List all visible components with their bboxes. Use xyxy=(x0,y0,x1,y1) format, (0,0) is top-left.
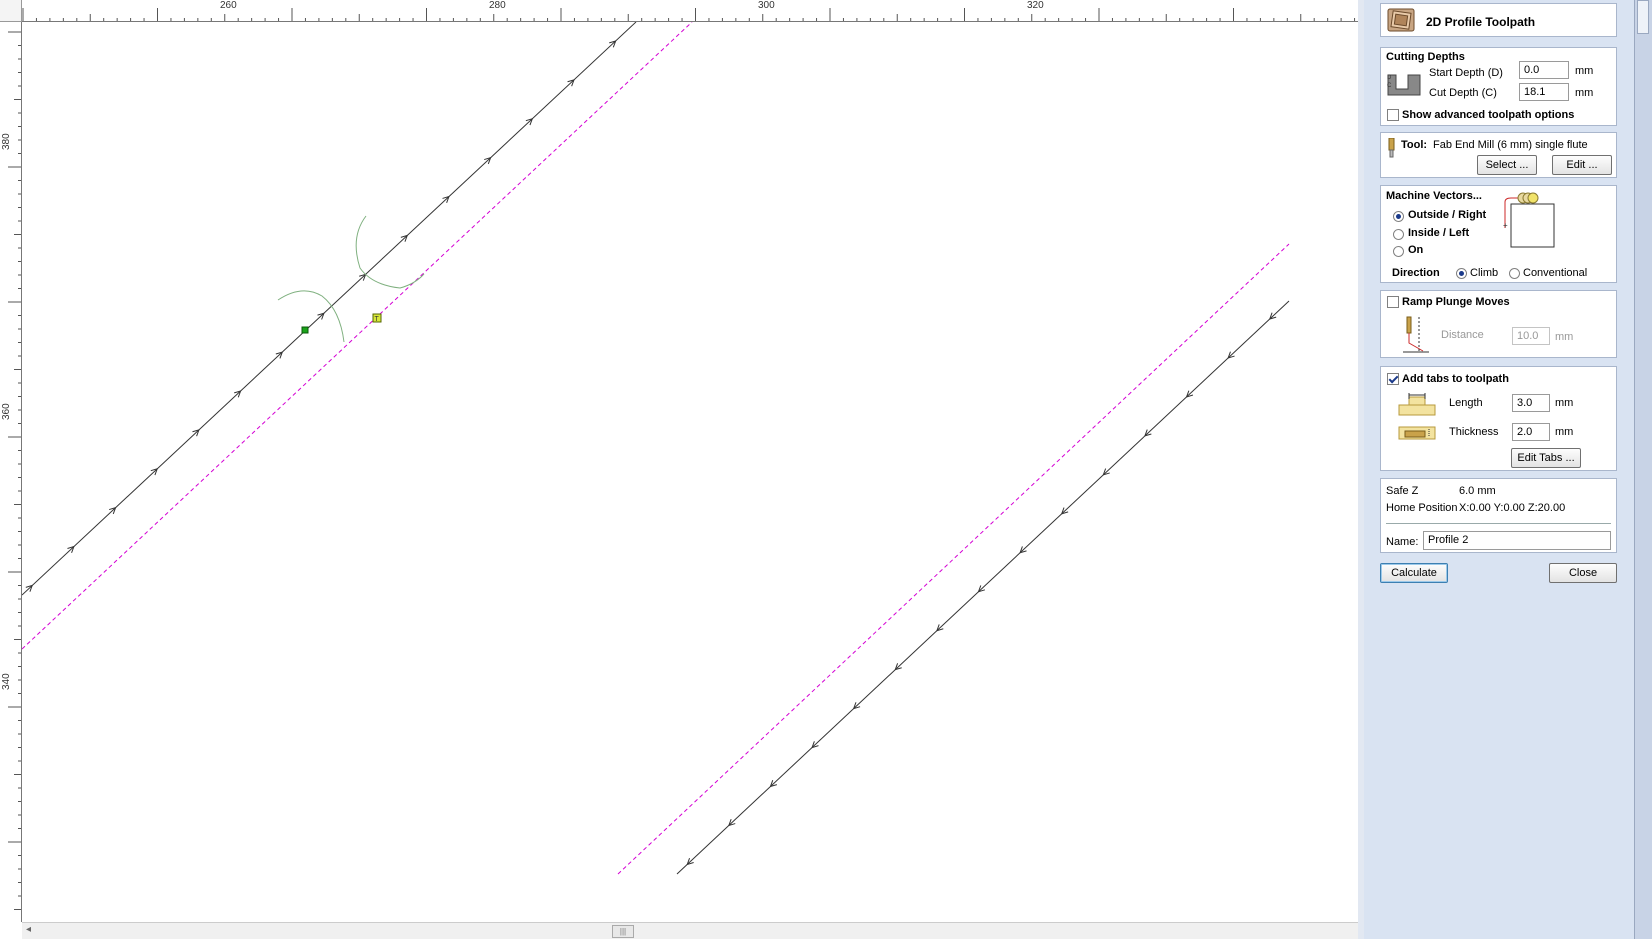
cut-depth-icon: D C xyxy=(1387,74,1421,96)
ramp-distance-unit: mm xyxy=(1555,331,1574,343)
inside-left-label[interactable]: Inside / Left xyxy=(1408,227,1469,239)
cutting-depths-heading: Cutting Depths xyxy=(1386,51,1465,63)
tool-name: Fab End Mill (6 mm) single flute xyxy=(1433,139,1588,151)
machine-vectors-heading: Machine Vectors... xyxy=(1386,190,1482,202)
close-button[interactable]: Close xyxy=(1549,563,1617,583)
edit-tool-button[interactable]: Edit ... xyxy=(1552,155,1612,175)
toolpath-offset-upper xyxy=(22,22,693,650)
top-ruler: 260 280 300 320 xyxy=(22,0,1358,22)
svg-text:D: D xyxy=(1387,75,1392,81)
add-tabs-checkbox[interactable] xyxy=(1387,373,1399,385)
svg-text:+: + xyxy=(1503,221,1508,230)
node-marker[interactable] xyxy=(301,326,309,334)
cut-depth-label: Cut Depth (C) xyxy=(1429,87,1497,99)
toolpath-name-input[interactable]: Profile 2 xyxy=(1423,531,1611,550)
edit-tabs-button[interactable]: Edit Tabs ... xyxy=(1511,448,1581,468)
tool-label: Tool: xyxy=(1401,139,1428,151)
profile-toolpath-icon xyxy=(1387,8,1415,32)
machine-vectors-section: Machine Vectors... Outside / Right Insid… xyxy=(1380,185,1617,283)
toolpath-offset-lower xyxy=(617,243,1290,875)
tab-thickness-label: Thickness xyxy=(1449,426,1499,438)
inside-left-radio[interactable] xyxy=(1393,229,1404,240)
tab-length-icon xyxy=(1398,393,1436,416)
pin-tab[interactable] xyxy=(1637,0,1649,34)
top-ruler-label: 260 xyxy=(220,0,237,11)
outside-right-label[interactable]: Outside / Right xyxy=(1408,209,1486,221)
vector-line-lower[interactable] xyxy=(676,300,1290,875)
canvas-svg[interactable]: T xyxy=(22,22,1358,922)
left-ruler-label: 340 xyxy=(1,673,12,690)
climb-radio[interactable] xyxy=(1456,268,1467,279)
ramp-section: Ramp Plunge Moves Distance 10.0 mm xyxy=(1380,290,1617,358)
ramp-plunge-label[interactable]: Ramp Plunge Moves xyxy=(1402,296,1510,308)
calculate-button[interactable]: Calculate xyxy=(1380,563,1448,583)
start-depth-unit: mm xyxy=(1575,65,1594,77)
left-ruler-ticks xyxy=(8,31,21,910)
home-position-value: X:0.00 Y:0.00 Z:20.00 xyxy=(1459,502,1566,514)
tool-section: Tool: Fab End Mill (6 mm) single flute S… xyxy=(1380,132,1617,178)
info-divider xyxy=(1386,523,1611,524)
scroll-left-icon[interactable]: ◂ xyxy=(26,924,31,935)
on-radio[interactable] xyxy=(1393,246,1404,257)
left-ruler: 380 360 340 xyxy=(0,22,22,922)
cutting-depths-section: Cutting Depths D C Start Depth (D) 0.0 m… xyxy=(1380,47,1617,126)
toolpath-panel: 2D Profile Toolpath Cutting Depths D C S… xyxy=(1364,0,1634,939)
curve-segment xyxy=(277,290,345,343)
outside-profile-diagram-icon: + xyxy=(1503,192,1555,248)
horizontal-scrollbar[interactable]: ◂ ||| xyxy=(22,922,1358,939)
panel-edge-strip xyxy=(1634,0,1652,939)
advanced-options-label[interactable]: Show advanced toolpath options xyxy=(1402,109,1574,121)
cut-depth-unit: mm xyxy=(1575,87,1594,99)
vector-line-upper[interactable] xyxy=(22,22,637,596)
tab-length-input[interactable]: 3.0 xyxy=(1512,394,1550,412)
top-ruler-label: 320 xyxy=(1027,0,1044,11)
outside-right-radio[interactable] xyxy=(1393,211,1404,222)
svg-text:C: C xyxy=(1387,83,1392,89)
cut-depth-input[interactable]: 18.1 xyxy=(1519,83,1569,101)
top-ruler-label: 280 xyxy=(489,0,506,11)
end-mill-icon xyxy=(1388,138,1395,158)
ramp-icon xyxy=(1403,316,1429,353)
tab-thickness-input[interactable]: 2.0 xyxy=(1512,423,1550,441)
conventional-label[interactable]: Conventional xyxy=(1523,267,1587,279)
safe-z-label: Safe Z xyxy=(1386,485,1419,497)
direction-label: Direction xyxy=(1392,267,1440,279)
start-depth-label: Start Depth (D) xyxy=(1429,67,1503,79)
panel-title: 2D Profile Toolpath xyxy=(1426,15,1536,29)
ramp-distance-input[interactable]: 10.0 xyxy=(1512,327,1550,345)
scroll-thumb[interactable]: ||| xyxy=(612,925,634,938)
ruler-corner xyxy=(0,0,22,22)
panel-header: 2D Profile Toolpath xyxy=(1380,3,1617,37)
add-tabs-label[interactable]: Add tabs to toolpath xyxy=(1402,373,1509,385)
tab-marker-glyph: T xyxy=(375,316,380,323)
tab-thickness-icon xyxy=(1398,426,1436,440)
start-depth-input[interactable]: 0.0 xyxy=(1519,61,1569,79)
safe-z-value: 6.0 mm xyxy=(1459,485,1496,497)
tabs-section: Add tabs to toolpath Length 3.0 mm Thick… xyxy=(1380,366,1617,471)
climb-label[interactable]: Climb xyxy=(1470,267,1498,279)
advanced-options-checkbox[interactable] xyxy=(1387,109,1399,121)
on-label[interactable]: On xyxy=(1408,244,1423,256)
ramp-distance-label: Distance xyxy=(1441,329,1484,341)
select-tool-button[interactable]: Select ... xyxy=(1477,155,1537,175)
tab-thickness-unit: mm xyxy=(1555,426,1574,438)
tab-length-unit: mm xyxy=(1555,397,1574,409)
drawing-canvas[interactable]: T xyxy=(22,22,1358,922)
left-ruler-label: 360 xyxy=(1,403,12,420)
home-position-label: Home Position xyxy=(1386,502,1458,514)
top-ruler-label: 300 xyxy=(758,0,775,11)
info-section: Safe Z 6.0 mm Home Position X:0.00 Y:0.0… xyxy=(1380,478,1617,553)
ramp-plunge-checkbox[interactable] xyxy=(1387,296,1399,308)
tab-length-label: Length xyxy=(1449,397,1483,409)
conventional-radio[interactable] xyxy=(1509,268,1520,279)
name-label: Name: xyxy=(1386,536,1419,548)
left-ruler-label: 380 xyxy=(1,133,12,150)
